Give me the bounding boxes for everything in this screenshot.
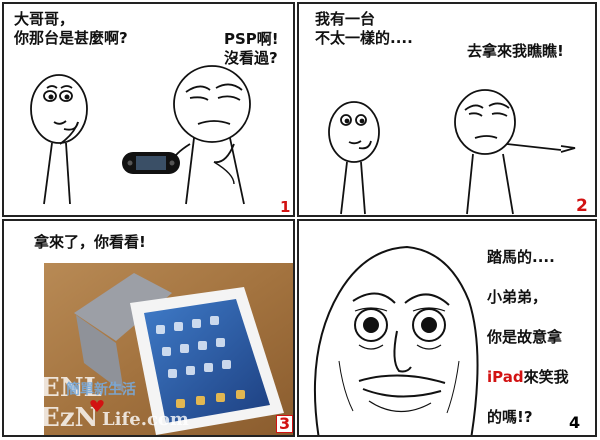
panel-3: 拿來了，你看看! ENL EzN 簡單新生活 Life.com 3 — [2, 219, 295, 437]
thinking-guy — [30, 74, 88, 205]
panel-4-line-4-rest: 來笑我 — [523, 368, 569, 386]
psp-device — [122, 152, 180, 174]
panel-2-bubble-right: 去拿來我瞧瞧! — [467, 42, 564, 60]
psp-guy — [171, 65, 251, 205]
panel-2: 我有一台 不太一樣的.... 去拿來我瞧瞧! 2 — [297, 2, 597, 217]
pointing-guy — [454, 89, 576, 215]
panel-4-line-5: 的嗎!? — [487, 408, 533, 426]
panel-4-bubble: 踏馬的.... 小弟弟， 你是故意拿 iPad來笑我 的嗎!? — [487, 227, 569, 435]
ipad-photo: ENL EzN 簡單新生活 Life.com 3 — [44, 263, 293, 435]
panel-4-number: 4 — [569, 413, 581, 432]
thinking-guy — [328, 101, 380, 215]
panel-2-bubble-left: 我有一台 不太一樣的.... — [315, 10, 413, 47]
panel-1-bubble-left: 大哥哥， 你那台是甚麼啊? — [14, 10, 128, 47]
panel-1-number: 1 — [280, 198, 291, 216]
rage-comic: 大哥哥， 你那台是甚麼啊? PSP啊! 沒看過? 1 我有一台 不太一樣的...… — [0, 0, 600, 440]
watermark-site: Life.com — [102, 409, 189, 430]
panel-2-number: 2 — [576, 196, 588, 216]
me-gusta-face — [313, 245, 479, 435]
panel-3-bubble: 拿來了，你看看! — [34, 233, 146, 251]
panel-1-bubble-right: PSP啊! 沒看過? — [224, 30, 279, 67]
ipad-highlight: iPad — [487, 368, 524, 386]
heart-icon — [90, 399, 104, 413]
watermark-tagline: 簡單新生活 — [66, 382, 136, 398]
panel-3-number: 3 — [276, 415, 293, 433]
panel-4-line-3: 你是故意拿 — [487, 328, 563, 346]
panel-4-line-1: 踏馬的.... — [487, 248, 555, 266]
panel-1: 大哥哥， 你那台是甚麼啊? PSP啊! 沒看過? 1 — [2, 2, 295, 217]
panel-4: 踏馬的.... 小弟弟， 你是故意拿 iPad來笑我 的嗎!? 4 — [297, 219, 597, 437]
panel-4-line-4: iPad來笑我 — [487, 367, 569, 387]
panel-4-line-2: 小弟弟， — [487, 288, 548, 306]
